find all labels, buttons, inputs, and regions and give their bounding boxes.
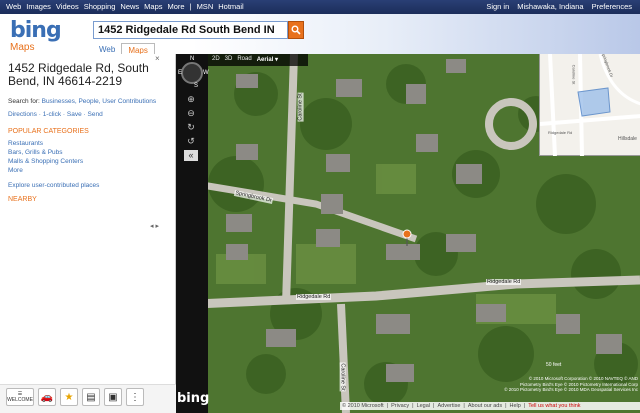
overview-minimap[interactable]: Springbrook Dr Caroline St Ridgedale Rd … bbox=[539, 54, 640, 156]
nav-link-hotmail[interactable]: Hotmail bbox=[218, 2, 243, 11]
map-nav-strip: N E S W ⊕ ⊖ ↻ ↺ « bing bbox=[176, 54, 210, 413]
popular-categories-title: POPULAR CATEGORIES bbox=[8, 128, 89, 135]
compass-w-label: W bbox=[203, 70, 209, 76]
nav-link-news[interactable]: News bbox=[120, 2, 139, 11]
search-input[interactable] bbox=[93, 21, 288, 39]
welcome-label: WELCOME bbox=[7, 397, 33, 403]
footer-sep: | bbox=[412, 403, 414, 409]
page-footer: © 2010 Microsoft | Privacy | Legal | Adv… bbox=[340, 402, 640, 410]
location-link[interactable]: Mishawaka, Indiana bbox=[517, 2, 583, 11]
bottom-toolbar: ☰ WELCOME 🚗 ★ ▤ ▣ ⋮ bbox=[0, 384, 176, 413]
view-road-button[interactable]: Road bbox=[237, 56, 251, 64]
zoom-out-icon[interactable]: ⊖ bbox=[184, 108, 198, 119]
search-header: bing Maps Web Maps bbox=[0, 14, 640, 57]
nav-link-web[interactable]: Web bbox=[6, 2, 21, 11]
zoom-in-icon[interactable]: ⊕ bbox=[184, 94, 198, 105]
bing-map-watermark: bing bbox=[177, 391, 210, 406]
explore-user-places-link[interactable]: Explore user-contributed places bbox=[8, 182, 99, 189]
nav-link-videos[interactable]: Videos bbox=[56, 2, 79, 11]
minimap-label-caroline: Caroline St bbox=[571, 64, 577, 85]
car-icon[interactable]: 🚗 bbox=[38, 388, 56, 406]
footer-sep: | bbox=[386, 403, 389, 409]
bus-icon[interactable]: ▣ bbox=[104, 388, 122, 406]
directions-link[interactable]: Directions bbox=[8, 111, 37, 118]
traffic-light-icon[interactable]: ⋮ bbox=[126, 388, 144, 406]
map-view-toolbar: 2D 3D Road Aerial ▾ bbox=[208, 54, 308, 66]
compass-navigation-control[interactable] bbox=[181, 62, 203, 84]
view-3d-button[interactable]: 3D bbox=[225, 56, 233, 64]
nearby-heading[interactable]: NEARBY bbox=[8, 196, 37, 203]
road-label-caroline-north: Caroline St bbox=[297, 92, 304, 122]
footer-legal-link[interactable]: Legal bbox=[417, 403, 430, 409]
search-for-line: Search for: Businesses, People, User Con… bbox=[8, 98, 156, 105]
copyright-line-3: © 2010 Pictometry Bird's Eye © 2010 MDA … bbox=[504, 387, 638, 392]
rotate-left-icon[interactable]: ↺ bbox=[184, 136, 198, 147]
results-sidebar: × 1452 Ridgedale Rd, South Bend, IN 4661… bbox=[0, 54, 176, 413]
footer-sep: | bbox=[505, 403, 507, 409]
top-nav-right: Sign in Mishawaka, Indiana Preferences bbox=[486, 2, 632, 11]
compass-s-label: S bbox=[194, 83, 199, 89]
preferences-link[interactable]: Preferences bbox=[592, 2, 632, 11]
minimap-label-hillsdale: Hillsdale bbox=[618, 136, 637, 142]
search-icon bbox=[291, 25, 301, 35]
nav-link-shopping[interactable]: Shopping bbox=[84, 2, 116, 11]
footer-about-ads-link[interactable]: About our ads bbox=[468, 403, 502, 409]
maps-logo-label: Maps bbox=[10, 42, 35, 53]
nav-link-images[interactable]: Images bbox=[26, 2, 51, 11]
road-label-caroline-south: Caroline St bbox=[339, 362, 346, 392]
print-icon[interactable]: ▤ bbox=[82, 388, 100, 406]
footer-copyright: © 2010 Microsoft bbox=[342, 403, 384, 409]
map-view[interactable]: Springbrook Dr Ridgedale Rd Ridgedale Rd… bbox=[176, 54, 640, 413]
nav-link-msn[interactable]: MSN bbox=[197, 2, 214, 11]
collapse-panel-icon[interactable]: « bbox=[184, 150, 198, 161]
footer-sep: | bbox=[433, 403, 435, 409]
category-malls[interactable]: Malls & Shopping Centers bbox=[8, 158, 83, 165]
top-nav-bar: Web Images Videos Shopping News Maps Mor… bbox=[0, 0, 640, 14]
footer-feedback-link[interactable]: Tell us what you think bbox=[528, 403, 580, 409]
panel-nav-arrows[interactable]: ◂ ▸ bbox=[150, 222, 159, 230]
search-for-link[interactable]: Businesses, People, User Contributions bbox=[42, 98, 157, 105]
top-nav-links: Web Images Videos Shopping News Maps Mor… bbox=[6, 2, 244, 11]
category-list: Restaurants Bars, Grills & Pubs Malls & … bbox=[8, 139, 83, 175]
road-label-ridgedale-east: Ridgedale Rd bbox=[486, 279, 522, 285]
result-address: 1452 Ridgedale Rd, South Bend, IN 46614-… bbox=[8, 61, 149, 88]
footer-privacy-link[interactable]: Privacy bbox=[391, 403, 409, 409]
welcome-button[interactable]: ☰ WELCOME bbox=[6, 388, 34, 406]
bing-logo[interactable]: bing bbox=[10, 18, 62, 43]
road-label-ridgedale-west: Ridgedale Rd bbox=[296, 294, 332, 300]
footer-sep: | bbox=[463, 403, 465, 409]
footer-sep: | bbox=[523, 403, 526, 409]
minimap-label-ridgedale: Ridgedale Rd bbox=[548, 130, 573, 135]
nav-separator: | bbox=[189, 2, 192, 11]
one-click-link[interactable]: 1-click bbox=[43, 111, 61, 118]
view-2d-button[interactable]: 2D bbox=[212, 56, 220, 64]
star-icon[interactable]: ★ bbox=[60, 388, 78, 406]
footer-advertise-link[interactable]: Advertise bbox=[437, 403, 460, 409]
search-for-label: Search for: bbox=[8, 98, 42, 105]
send-link[interactable]: Send bbox=[88, 111, 103, 118]
compass-e-label: E bbox=[178, 70, 183, 76]
rotate-right-icon[interactable]: ↻ bbox=[184, 122, 198, 133]
category-bars[interactable]: Bars, Grills & Pubs bbox=[8, 149, 63, 156]
category-more[interactable]: More bbox=[8, 167, 23, 174]
sign-in-link[interactable]: Sign in bbox=[486, 2, 509, 11]
search-button[interactable] bbox=[288, 21, 304, 39]
map-copyright: © 2010 Microsoft Corporation © 2010 NAVT… bbox=[488, 376, 638, 393]
save-link[interactable]: Save bbox=[67, 111, 82, 118]
compass-n-label: N bbox=[190, 56, 195, 62]
view-aerial-dropdown[interactable]: Aerial ▾ bbox=[257, 56, 278, 64]
footer-help-link[interactable]: Help bbox=[510, 403, 521, 409]
map-scale: 50 feet bbox=[546, 362, 562, 368]
category-restaurants[interactable]: Restaurants bbox=[8, 140, 43, 147]
nav-link-more[interactable]: More bbox=[168, 2, 185, 11]
nav-link-maps[interactable]: Maps bbox=[144, 2, 162, 11]
result-actions: Directions · 1-click · Save · Send bbox=[8, 111, 103, 118]
